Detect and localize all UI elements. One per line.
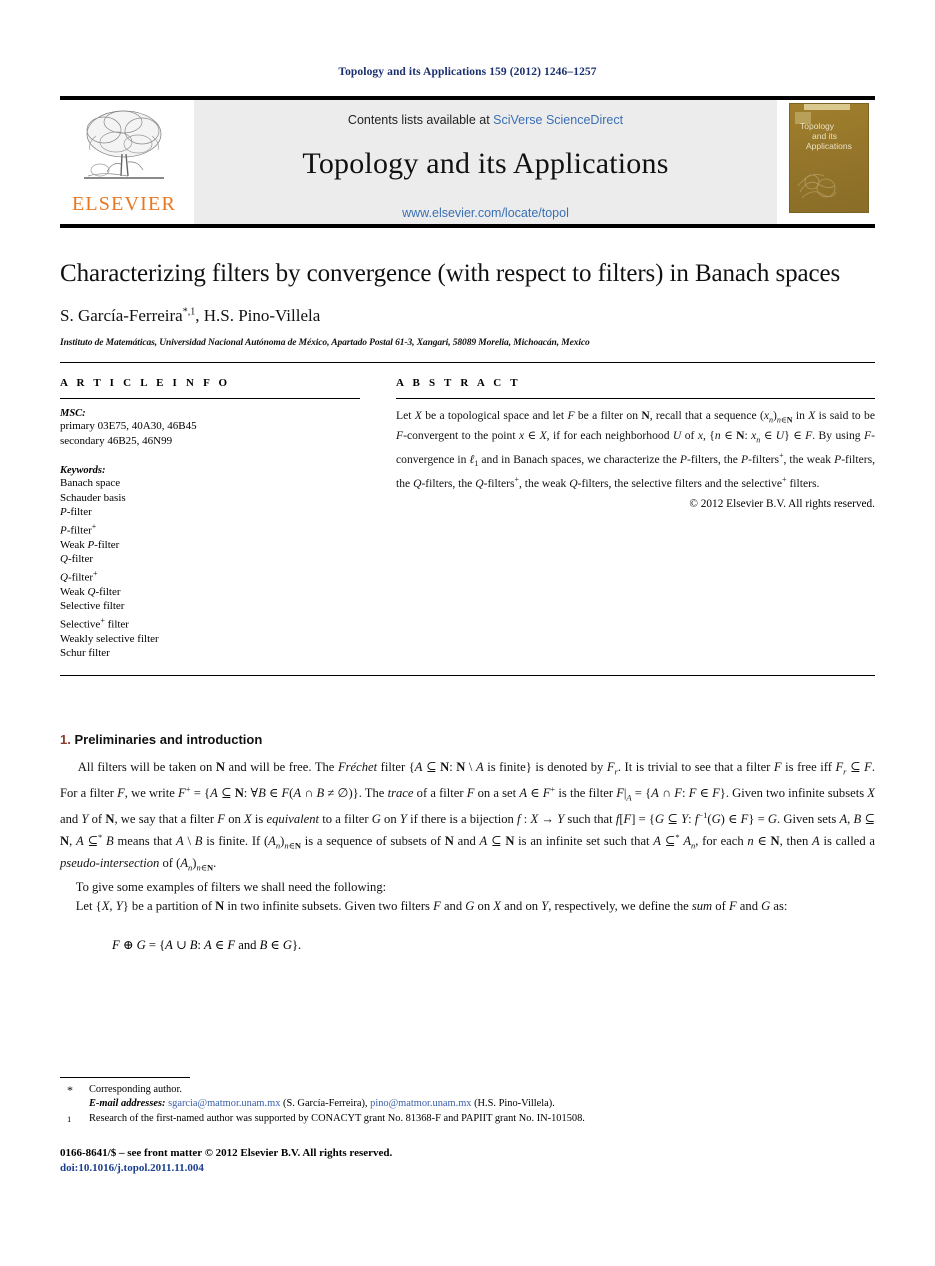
keyword-item: Q-filter: [60, 553, 93, 566]
contents-available-line: Contents lists available at SciVerse Sci…: [348, 113, 623, 127]
column-gap: [360, 377, 396, 661]
abstract-column: A B S T R A C T Let X be a topological s…: [396, 377, 875, 661]
journal-masthead: ELSEVIER Contents lists available at Sci…: [60, 96, 875, 224]
msc-label: MSC:: [60, 408, 86, 419]
cover-title-line-1: Topology: [800, 121, 835, 131]
keywords-label: Keywords:: [60, 465, 106, 476]
email-addresses-label: E-mail addresses:: [89, 1098, 166, 1110]
cover-top-band: [804, 104, 850, 110]
paragraph: All filters will be taken on N and will …: [60, 759, 876, 873]
keyword-item: Selective+ filter: [60, 615, 129, 631]
email-link-garcia[interactable]: sgarcia@matmor.unam.mx: [168, 1098, 280, 1109]
title-block: Characterizing filters by convergence (w…: [60, 258, 875, 348]
footnote-text: Corresponding author.: [89, 1084, 182, 1095]
msc-primary: primary 03E75, 40A30, 46B45: [60, 420, 197, 432]
elsevier-logo: ELSEVIER: [60, 100, 188, 224]
cover-image: Topology and its Applications: [789, 103, 869, 213]
article-info-heading: A R T I C L E I N F O: [60, 377, 231, 389]
footnote-email-text: E-mail addresses: sgarcia@matmor.unam.mx…: [89, 1097, 880, 1111]
email-link-pino[interactable]: pino@matmor.unam.mx: [370, 1098, 471, 1109]
page-title: Characterizing filters by convergence (w…: [60, 260, 841, 287]
section-heading: 1. Preliminaries and introduction: [60, 732, 875, 747]
footnotes-block: * Corresponding author. E-mail addresses…: [60, 1083, 880, 1132]
body-content: 1. Preliminaries and introduction All fi…: [60, 732, 875, 953]
issn-line: 0166-8641/$ – see front matter © 2012 El…: [60, 1147, 393, 1159]
footnote-marker-blank: [60, 1097, 89, 1111]
article-info-rule: [60, 398, 360, 399]
author-list: S. García-Ferreira*,1, H.S. Pino-Villela: [60, 306, 321, 325]
keyword-item: Q-filter+: [60, 568, 98, 584]
footnote-emails: E-mail addresses: sgarcia@matmor.unam.mx…: [60, 1097, 880, 1111]
article-page: Topology and its Applications 159 (2012)…: [0, 0, 935, 1266]
cover-title-text: Topology and its Applications: [800, 121, 862, 151]
msc-secondary: secondary 46B25, 46N99: [60, 434, 173, 447]
abstract-heading: A B S T R A C T: [396, 377, 521, 389]
keyword-item: Weakly selective filter: [60, 632, 159, 645]
keyword-item: Schauder basis: [60, 491, 126, 504]
info-abstract-area: A R T I C L E I N F O MSC: primary 03E75…: [60, 363, 875, 661]
keyword-item: Weak Q-filter: [60, 585, 121, 598]
paragraph: To give some examples of filters we shal…: [60, 879, 875, 896]
keyword-item: P-filter: [60, 506, 92, 518]
footnote-marker-one: 1: [67, 1113, 72, 1124]
doi-link[interactable]: doi:10.1016/j.topol.2011.11.004: [60, 1161, 392, 1176]
keyword-item: Weak P-filter: [60, 538, 120, 551]
masthead-center: Contents lists available at SciVerse Sci…: [194, 100, 777, 224]
paragraph-2-text: To give some examples of filters we shal…: [75, 879, 387, 894]
masthead-bottom-rule: [60, 224, 875, 228]
cover-title-line-2: and its: [812, 131, 838, 141]
journal-title: Topology and its Applications: [302, 147, 669, 180]
running-head: Topology and its Applications 159 (2012)…: [338, 66, 597, 78]
display-equation: F ⊕ G = {A ∪ B: A ∈ F and B ∈ G}.: [112, 938, 302, 953]
footnote-marker: *: [67, 1083, 73, 1097]
footnote-grant: 1 Research of the first-named author was…: [60, 1112, 880, 1132]
footnote-marker: 1: [60, 1112, 89, 1132]
imprint-block: 0166-8641/$ – see front matter © 2012 El…: [60, 1146, 392, 1176]
section-title-text: Preliminaries and introduction: [74, 731, 263, 747]
abstract-rule: [396, 398, 875, 399]
footnote-rule: [60, 1077, 190, 1078]
footnote-corresponding-author: * Corresponding author.: [60, 1083, 880, 1097]
elsevier-tree-icon: [84, 110, 164, 179]
email-owner-1: (S. García-Ferreira),: [283, 1098, 368, 1110]
cover-title-line-3: Applications: [806, 141, 852, 151]
keyword-item: Schur filter: [60, 647, 110, 660]
email-owner-2: (H.S. Pino-Villela).: [474, 1098, 555, 1110]
abstract-copyright: © 2012 Elsevier B.V. All rights reserved…: [689, 498, 875, 511]
footnote-text: Research of the first-named author was s…: [89, 1112, 585, 1124]
journal-url-link[interactable]: www.elsevier.com/locate/topol: [402, 206, 569, 220]
affiliation: Instituto de Matemáticas, Universidad Na…: [60, 338, 590, 348]
info-bottom-rule: [60, 674, 875, 676]
contents-prefix: Contents lists available at: [347, 113, 494, 127]
keyword-item: P-filter+: [60, 521, 97, 537]
article-info-column: A R T I C L E I N F O MSC: primary 03E75…: [60, 377, 360, 661]
sciencedirect-link[interactable]: SciVerse ScienceDirect: [493, 113, 623, 127]
paragraph: Let {X, Y} be a partition of N in two in…: [60, 899, 788, 914]
cover-graphic-icon: [797, 173, 837, 199]
elsevier-wordmark: ELSEVIER: [71, 193, 177, 215]
abstract-text: Let X be a topological space and let F b…: [396, 409, 875, 490]
keywords-block: Keywords: Banach space Schauder basis P-…: [60, 465, 360, 661]
journal-cover-thumbnail: Topology and its Applications: [783, 100, 875, 224]
section-number: 1.: [60, 731, 71, 747]
keyword-item: Banach space: [60, 477, 121, 489]
keyword-item: Selective filter: [60, 600, 125, 613]
